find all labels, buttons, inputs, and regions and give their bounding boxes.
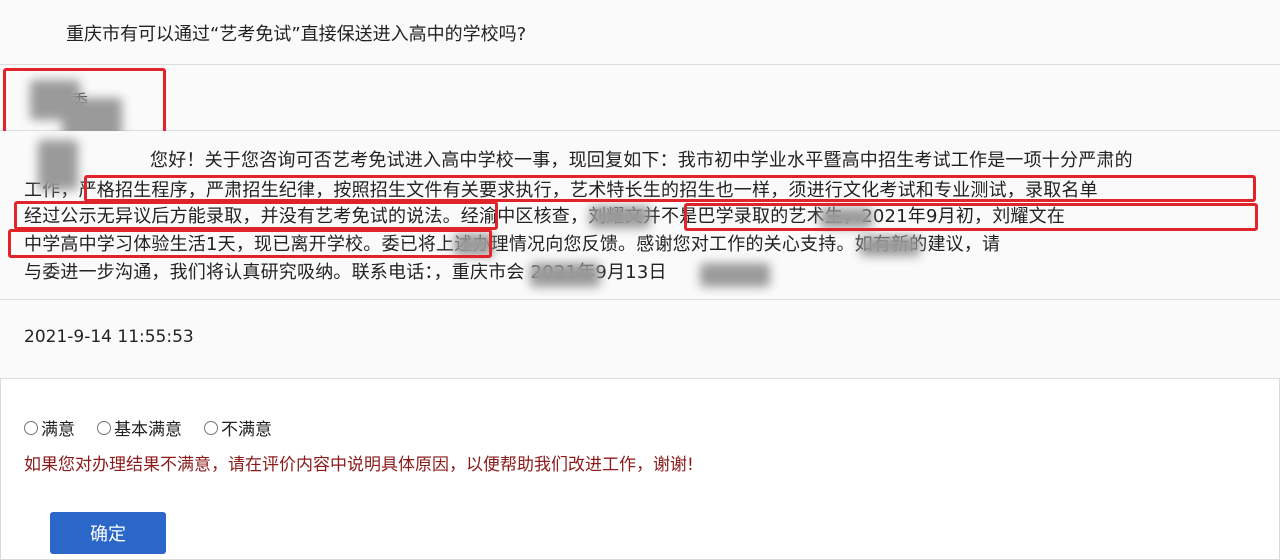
radio-circle-icon[interactable]: [204, 420, 218, 435]
highlight-box: [684, 203, 1258, 231]
highlight-box: [84, 175, 1256, 202]
radio-circle-icon[interactable]: [97, 420, 111, 435]
rating-basically-satisfied[interactable]: 基本满意: [97, 415, 182, 440]
reply-time-row: 2021-9-14 11:55:53: [0, 300, 1280, 379]
reply-timestamp: 2021-9-14 11:55:53: [24, 327, 194, 347]
department-row: 教委: [0, 65, 1280, 131]
question-row: 重庆市有可以通过“艺考免试”直接保送进入高中的学校吗?: [0, 0, 1280, 65]
redaction-blur: [38, 140, 78, 190]
redaction-blur: [700, 263, 770, 287]
rating-group: 满意 基本满意 不满意: [24, 415, 272, 440]
redaction-blur: [860, 236, 920, 256]
highlight-box: [14, 201, 498, 230]
rating-satisfied[interactable]: 满意: [24, 415, 75, 440]
answer-line: 您好！关于您咨询可否艺考免试进入高中学校一事，现回复如下：我市初中学业水平暨高中…: [150, 150, 1133, 171]
radio-circle-icon[interactable]: [24, 420, 38, 435]
question-text: 重庆市有可以通过“艺考免试”直接保送进入高中的学校吗?: [66, 24, 527, 45]
redaction-blur: [590, 206, 650, 228]
feedback-note: 如果您对办理结果不满意，请在评价内容中说明具体原因，以便帮助我们改进工作，谢谢!: [24, 455, 694, 475]
rating-unsatisfied[interactable]: 不满意: [204, 415, 272, 440]
redaction-blur: [530, 263, 600, 287]
submit-button[interactable]: 确定: [50, 512, 166, 554]
highlight-box: [8, 229, 492, 258]
